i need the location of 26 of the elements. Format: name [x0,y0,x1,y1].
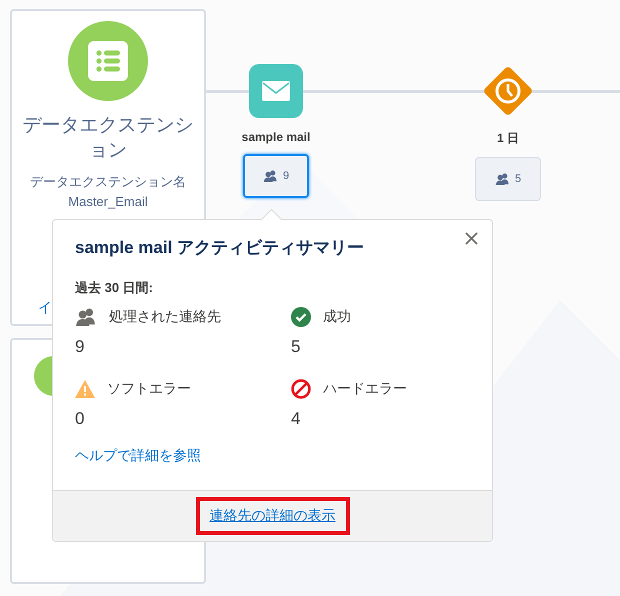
warning-icon [75,380,95,398]
field-value: Master_Email [68,194,148,209]
stat-value: 4 [291,409,302,429]
people-icon [75,308,97,326]
people-icon [494,172,510,186]
contact-details-link[interactable]: 連絡先の詳細の表示 [196,497,350,535]
stat-value: 9 [75,337,86,357]
field-label: データエクステンション名 [30,173,186,191]
activity-label: 1 日 [496,130,519,147]
period-label: 過去 30 日間: [75,279,154,297]
stat-value: 0 [75,409,86,429]
card-link[interactable]: イ [38,299,52,317]
contact-count-badge[interactable]: 5 [475,157,541,201]
close-icon[interactable] [463,230,480,247]
stat-label: 成功 [323,308,351,326]
email-activity-icon[interactable] [249,64,303,118]
activity-label: sample mail [242,130,310,144]
check-icon [291,307,311,327]
help-link[interactable]: ヘルプで詳細を参照 [75,447,201,465]
prohibited-icon [291,379,311,399]
stat-label: ソフトエラー [107,380,191,398]
contact-count-badge[interactable]: 9 [243,154,309,198]
stat-value: 5 [291,337,302,357]
people-icon [262,170,278,182]
stat-label: ハードエラー [323,380,407,398]
card-title: データエクステンション [22,114,194,163]
